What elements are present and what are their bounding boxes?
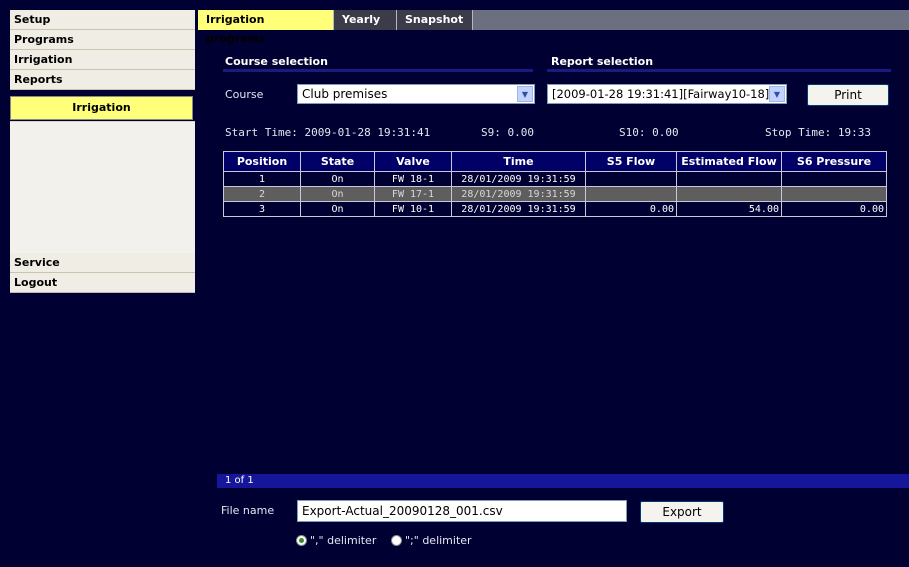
tab-irrigation-programs[interactable]: Irrigation programs [198, 10, 334, 45]
course-select[interactable]: Club premises ▼ [297, 84, 535, 104]
cell-estimated-flow: 54.00 [676, 201, 782, 217]
cell-state: On [300, 171, 375, 187]
nav-blank-area [10, 121, 195, 253]
cell-time: 28/01/2009 19:31:59 [451, 201, 586, 217]
col-s6-pressure: S6 Pressure [781, 151, 887, 172]
file-name-input[interactable]: Export-Actual_20090128_001.csv [297, 500, 627, 522]
print-button[interactable]: Print [807, 84, 889, 106]
cell-valve: FW 17-1 [374, 186, 452, 202]
cell-s6-pressure [781, 171, 887, 187]
course-selection-title: Course selection [225, 55, 328, 68]
report-select-value: [2009-01-28 19:31:41][Fairway10-18] [552, 87, 770, 101]
tab-yearly[interactable]: Yearly [334, 10, 397, 30]
nav-logout[interactable]: Logout [10, 273, 195, 293]
cell-estimated-flow [676, 186, 782, 202]
col-position: Position [223, 151, 301, 172]
table-row[interactable]: 1 On FW 18-1 28/01/2009 19:31:59 [223, 171, 887, 187]
table-row[interactable]: 3 On FW 10-1 28/01/2009 19:31:59 0.00 54… [223, 201, 887, 217]
radio-comma-delimiter[interactable] [296, 535, 307, 546]
cell-position: 2 [223, 186, 301, 202]
file-name-label: File name [221, 504, 275, 517]
report-table: Position State Valve Time S5 Flow Estima… [223, 151, 887, 217]
semicolon-delimiter-label: ";" delimiter [405, 534, 472, 547]
report-selection-title: Report selection [551, 55, 654, 68]
cell-s6-pressure [781, 186, 887, 202]
start-time: Start Time: 2009-01-28 19:31:41 [225, 126, 431, 139]
table-row[interactable]: 2 On FW 17-1 28/01/2009 19:31:59 [223, 186, 887, 202]
pager-bar: 1 of 1 [217, 474, 909, 488]
comma-delimiter-label: "," delimiter [310, 534, 377, 547]
nav-reports[interactable]: Reports [10, 70, 195, 90]
cell-s5-flow: 0.00 [585, 201, 677, 217]
cell-valve: FW 18-1 [374, 171, 452, 187]
tab-snapshot[interactable]: Snapshot [397, 10, 473, 30]
table-header-row: Position State Valve Time S5 Flow Estima… [223, 151, 887, 172]
export-button[interactable]: Export [640, 501, 724, 523]
report-selection-rule [547, 69, 891, 72]
nav-setup[interactable]: Setup [10, 10, 195, 30]
report-select[interactable]: [2009-01-28 19:31:41][Fairway10-18] ▼ [547, 84, 787, 104]
cell-valve: FW 10-1 [374, 201, 452, 217]
cell-s6-pressure: 0.00 [781, 201, 887, 217]
course-selection-rule [223, 69, 533, 72]
nav-programs[interactable]: Programs [10, 30, 195, 50]
col-state: State [300, 151, 375, 172]
stop-time: Stop Time: 19:33 [765, 126, 871, 139]
cell-position: 1 [223, 171, 301, 187]
cell-state: On [300, 201, 375, 217]
main-panel: Irrigation programs Yearly Snapshot Cour… [195, 0, 909, 567]
course-select-value: Club premises [302, 87, 388, 101]
chevron-down-icon[interactable]: ▼ [769, 86, 785, 102]
col-estimated-flow: Estimated Flow [676, 151, 782, 172]
col-time: Time [451, 151, 586, 172]
nav-reports-irrigation[interactable]: Irrigation [10, 96, 193, 120]
col-s5-flow: S5 Flow [585, 151, 677, 172]
nav-irrigation[interactable]: Irrigation [10, 50, 195, 70]
col-valve: Valve [374, 151, 452, 172]
sidebar: Setup Programs Irrigation Reports Irriga… [0, 0, 195, 567]
cell-time: 28/01/2009 19:31:59 [451, 186, 586, 202]
tab-bar: Irrigation programs Yearly Snapshot [198, 10, 909, 45]
cell-estimated-flow [676, 171, 782, 187]
s10-value: S10: 0.00 [619, 126, 679, 139]
chevron-down-icon[interactable]: ▼ [517, 86, 533, 102]
course-label: Course [225, 88, 264, 101]
cell-s5-flow [585, 171, 677, 187]
cell-state: On [300, 186, 375, 202]
s9-value: S9: 0.00 [481, 126, 534, 139]
cell-s5-flow [585, 186, 677, 202]
cell-time: 28/01/2009 19:31:59 [451, 171, 586, 187]
nav-service[interactable]: Service [10, 253, 195, 273]
cell-position: 3 [223, 201, 301, 217]
pager-text: 1 of 1 [225, 475, 254, 486]
radio-semicolon-delimiter[interactable] [391, 535, 402, 546]
